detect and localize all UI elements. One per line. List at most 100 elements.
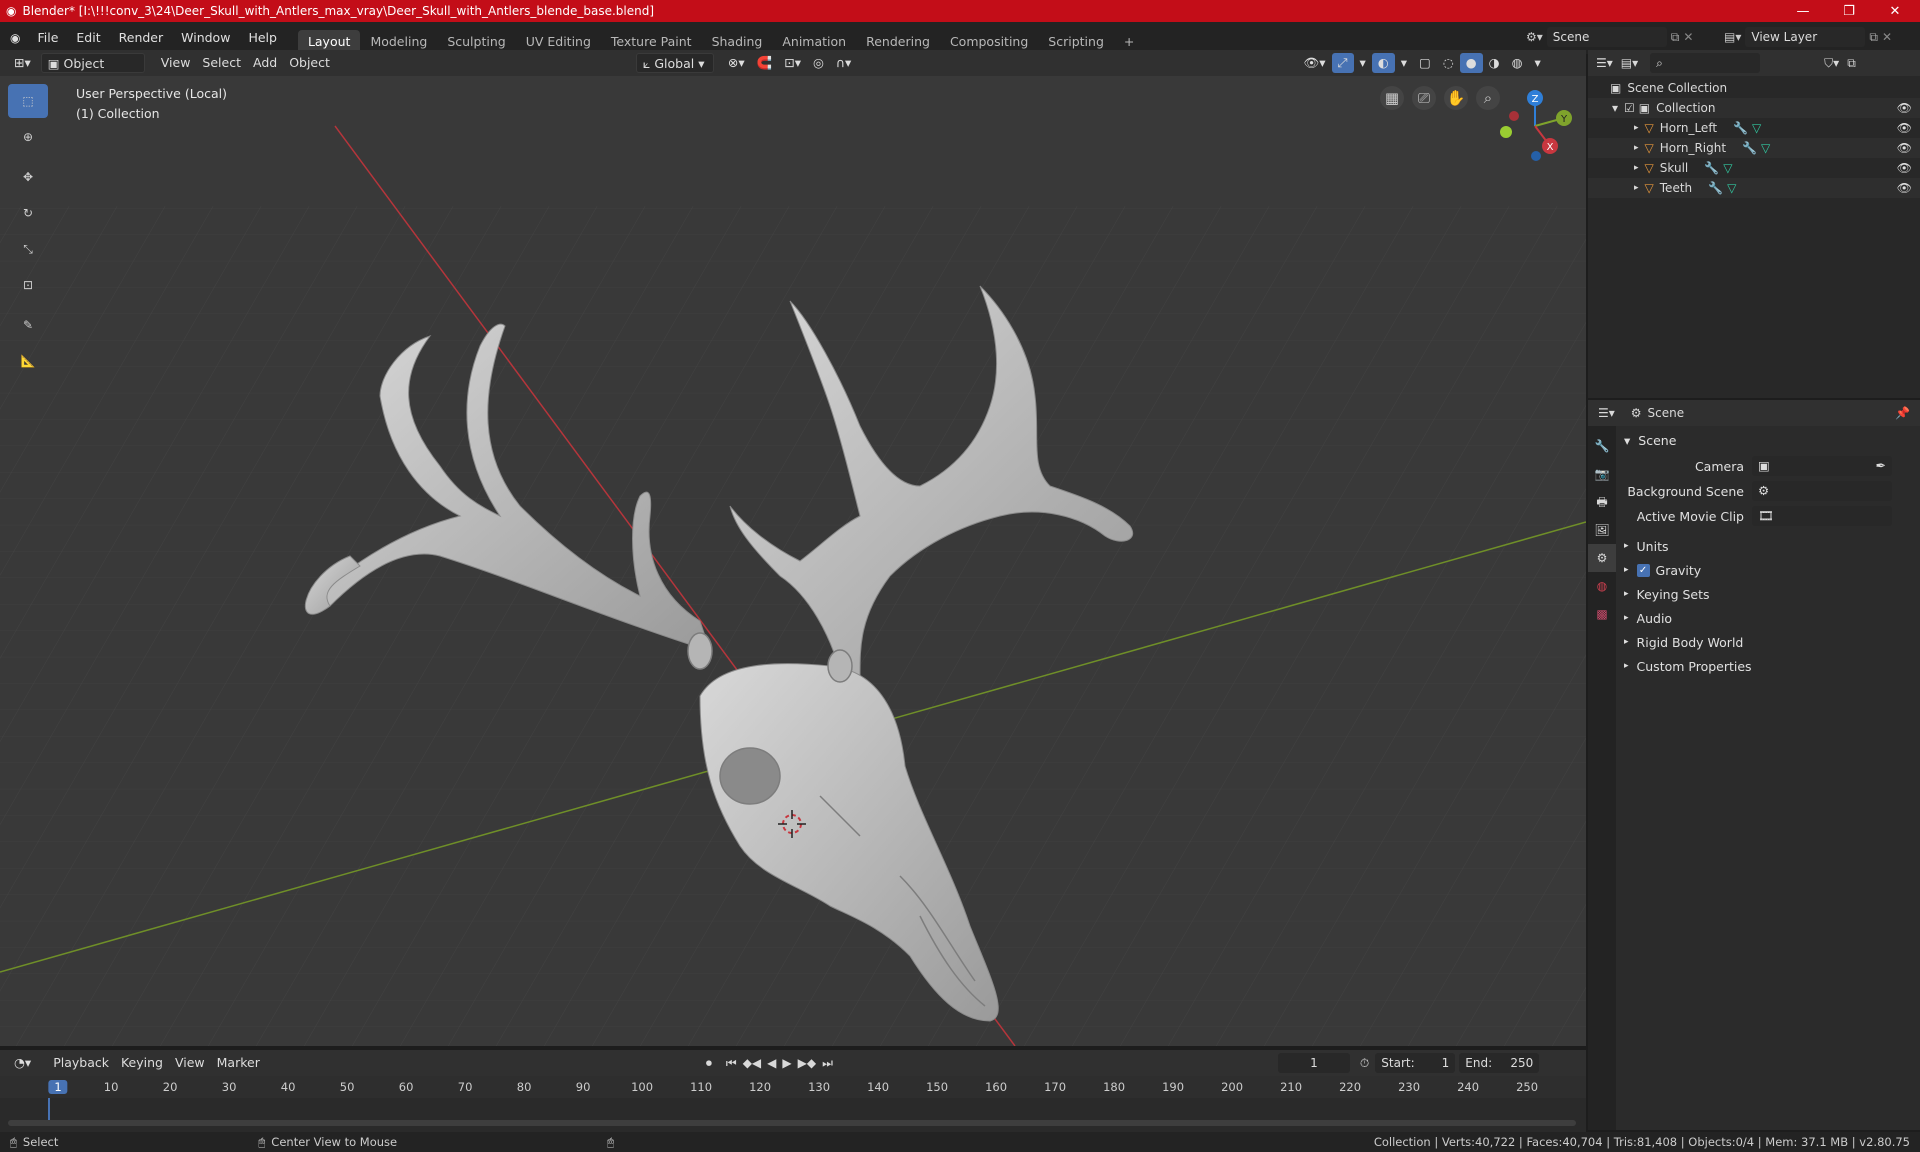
- new-collection-icon[interactable]: ⧉: [1847, 56, 1856, 71]
- active-movie-clip-field[interactable]: 🎞: [1752, 506, 1892, 526]
- units-panel[interactable]: ▸ Units: [1624, 534, 1669, 558]
- render-tab-icon[interactable]: 📷: [1588, 460, 1616, 488]
- gravity-panel[interactable]: ▸ ✓ Gravity: [1624, 558, 1701, 582]
- shading-wireframe-icon[interactable]: ◌: [1437, 53, 1460, 73]
- viewport-menu-view[interactable]: View: [155, 53, 197, 73]
- current-frame-field[interactable]: 1: [1277, 1053, 1350, 1073]
- checkbox-icon[interactable]: ☑: [1624, 101, 1635, 115]
- minimize-button[interactable]: —: [1780, 0, 1826, 22]
- texture-tab-icon[interactable]: ▩: [1588, 600, 1616, 628]
- scene-browse-icon[interactable]: ⚙▾: [1526, 30, 1543, 44]
- menu-help[interactable]: Help: [239, 27, 286, 49]
- delete-scene-icon[interactable]: ✕: [1683, 30, 1693, 44]
- close-window-button[interactable]: ✕: [1872, 0, 1918, 22]
- 3d-viewport[interactable]: User Perspective (Local) (1) Collection …: [0, 76, 1586, 1046]
- start-frame-field[interactable]: Start: 1: [1375, 1053, 1456, 1073]
- play-icon[interactable]: ▶: [782, 1056, 791, 1071]
- display-mode-icon[interactable]: ▤▾: [1621, 56, 1638, 70]
- gizmo-neg-x-icon[interactable]: [1509, 111, 1519, 121]
- gravity-checkbox[interactable]: ✓: [1636, 563, 1650, 577]
- pivot-point-icon[interactable]: ⊗▾: [722, 53, 751, 73]
- world-tab-icon[interactable]: ◍: [1588, 572, 1616, 600]
- rigid-body-world-panel[interactable]: ▸ Rigid Body World: [1624, 630, 1743, 654]
- playback-menu[interactable]: Playback: [47, 1053, 115, 1073]
- prev-keyframe-icon[interactable]: ◆◀: [743, 1056, 761, 1071]
- eye-icon[interactable]: 👁: [1897, 101, 1912, 115]
- audio-panel[interactable]: ▸ Audio: [1624, 606, 1672, 630]
- properties-editor-type-icon[interactable]: ☰▾: [1598, 406, 1615, 420]
- next-keyframe-icon[interactable]: ▶◆: [798, 1056, 816, 1071]
- editor-type-icon[interactable]: ⊞▾: [8, 53, 37, 73]
- viewport-menu-object[interactable]: Object: [283, 53, 336, 73]
- overlay-dropdown-icon[interactable]: ▾: [1395, 53, 1413, 73]
- viewport-menu-add[interactable]: Add: [247, 53, 283, 73]
- keying-sets-panel[interactable]: ▸ Keying Sets: [1624, 582, 1710, 606]
- view-layer-field[interactable]: View Layer: [1745, 27, 1866, 47]
- gizmo-toggle-icon[interactable]: ⤢: [1331, 53, 1354, 73]
- menu-file[interactable]: File: [28, 27, 67, 49]
- record-icon[interactable]: ⏺: [706, 1056, 712, 1071]
- viewport-menu-select[interactable]: Select: [196, 53, 247, 73]
- view-layer-browse-icon[interactable]: ▤▾: [1724, 30, 1741, 44]
- snap-target-icon[interactable]: ⊡▾: [778, 53, 807, 73]
- outliner-object-teeth[interactable]: ▸ ▽ Teeth 🔧 ▽ 👁: [1588, 178, 1920, 198]
- eye-icon[interactable]: 👁: [1897, 161, 1912, 175]
- xray-toggle-icon[interactable]: ▢: [1413, 53, 1437, 73]
- timeline-area[interactable]: 1 10 20 30 40 50 60 70 80 90 100 110 120 130 140 150 160…: [0, 1076, 1586, 1132]
- gizmo-neg-z-icon[interactable]: [1531, 151, 1541, 161]
- transform-orientation-dropdown[interactable]: ⟀ Global ▾: [635, 53, 714, 73]
- shading-options-icon[interactable]: ▾: [1529, 53, 1547, 73]
- scene-field[interactable]: Scene: [1546, 27, 1667, 47]
- object-mode-dropdown[interactable]: ▣ Object Mode ▾: [40, 53, 145, 91]
- outliner-search-input[interactable]: ⌕: [1650, 53, 1761, 73]
- menu-render[interactable]: Render: [110, 27, 173, 49]
- navigation-gizmo[interactable]: Z Y X: [1490, 86, 1580, 166]
- filter-icon[interactable]: ⛉▾: [1824, 56, 1839, 71]
- maximize-button[interactable]: ❐: [1826, 0, 1872, 22]
- keying-menu[interactable]: Keying: [115, 1053, 169, 1073]
- gizmo-dropdown-icon[interactable]: ▾: [1354, 53, 1372, 73]
- expand-arrow-icon[interactable]: ▸: [1634, 163, 1639, 173]
- shading-rendered-icon[interactable]: ◍: [1506, 53, 1529, 73]
- shading-material-icon[interactable]: ◑: [1483, 53, 1506, 73]
- visibility-icon[interactable]: 👁▾: [1297, 53, 1331, 73]
- background-scene-field[interactable]: ⚙: [1752, 481, 1892, 501]
- scale-tool-icon[interactable]: ⤡: [8, 232, 48, 266]
- view-layer-tab-icon[interactable]: 🖼: [1588, 516, 1616, 544]
- marker-menu[interactable]: Marker: [211, 1053, 266, 1073]
- overlay-toggle-icon[interactable]: ◐: [1371, 53, 1395, 73]
- expand-arrow-icon[interactable]: ▾: [1612, 101, 1618, 115]
- snap-icon[interactable]: 🧲: [751, 53, 779, 73]
- custom-properties-panel[interactable]: ▸ Custom Properties: [1624, 654, 1752, 678]
- gizmo-neg-y-icon[interactable]: [1500, 126, 1512, 138]
- delete-view-layer-icon[interactable]: ✕: [1882, 30, 1892, 44]
- timeline-view-menu[interactable]: View: [169, 1053, 211, 1073]
- expand-arrow-icon[interactable]: ▸: [1634, 123, 1639, 133]
- annotate-tool-icon[interactable]: ✎: [8, 308, 48, 342]
- eyedropper-icon[interactable]: ✒: [1876, 456, 1886, 476]
- menu-window[interactable]: Window: [172, 27, 239, 49]
- outliner-collection[interactable]: ▾ ☑ ▣ Collection 👁: [1588, 98, 1920, 118]
- toggle-camera-view-icon[interactable]: ▦: [1380, 86, 1404, 110]
- pan-hand-icon[interactable]: ✋: [1444, 86, 1468, 110]
- eye-icon[interactable]: 👁: [1897, 121, 1912, 135]
- cursor-tool-icon[interactable]: ⊕: [8, 120, 48, 154]
- outliner-scene-collection[interactable]: ▣ Scene Collection: [1588, 78, 1920, 98]
- timeline-editor-type-icon[interactable]: ◔▾: [8, 1053, 37, 1073]
- menu-edit[interactable]: Edit: [67, 27, 109, 49]
- scene-tab-icon[interactable]: ⚙: [1588, 544, 1616, 572]
- frame-ruler[interactable]: 1 10 20 30 40 50 60 70 80 90 100 110 120 130 140 150 160…: [0, 1076, 1586, 1098]
- jump-start-icon[interactable]: ⏮: [726, 1056, 737, 1071]
- tool-tab-icon[interactable]: 🔧: [1588, 432, 1616, 460]
- proportional-falloff-icon[interactable]: ∩▾: [830, 53, 857, 73]
- measure-tool-icon[interactable]: 📐: [8, 344, 48, 378]
- end-frame-field[interactable]: End: 250: [1459, 1053, 1540, 1073]
- blender-menu-icon[interactable]: ◉: [0, 31, 28, 45]
- jump-end-icon[interactable]: ⏭: [822, 1056, 833, 1071]
- camera-field[interactable]: ▣ ✒: [1752, 456, 1892, 476]
- expand-arrow-icon[interactable]: ▸: [1634, 183, 1639, 193]
- shading-solid-icon[interactable]: ●: [1459, 53, 1483, 73]
- move-tool-icon[interactable]: ✥: [8, 160, 48, 194]
- timeline-scrollbar[interactable]: [8, 1120, 1576, 1126]
- eye-icon[interactable]: 👁: [1897, 181, 1912, 195]
